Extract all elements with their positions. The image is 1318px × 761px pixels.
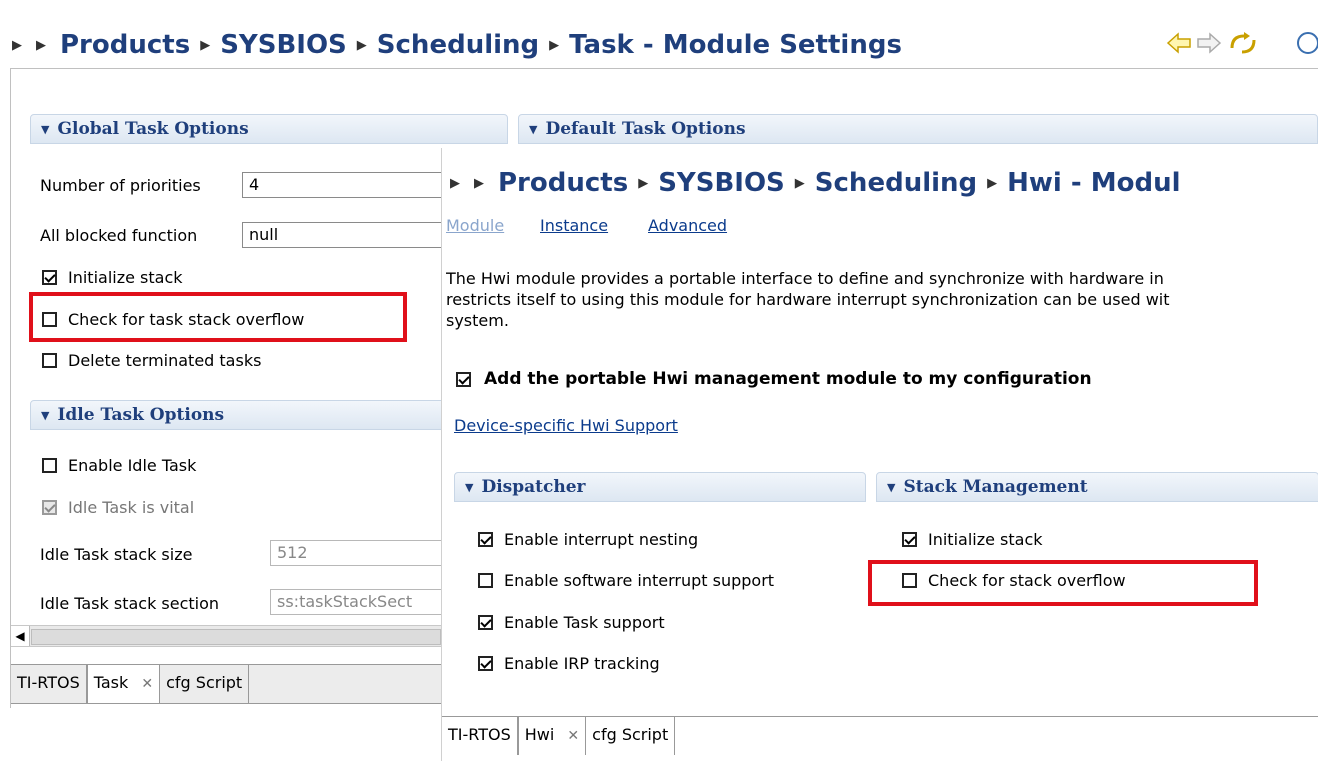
section-title: Dispatcher bbox=[481, 477, 586, 497]
device-specific-hwi-link[interactable]: Device-specific Hwi Support bbox=[454, 416, 678, 435]
highlight-box bbox=[868, 560, 1258, 606]
delete-terminated-checkbox[interactable] bbox=[42, 353, 57, 368]
all-blocked-field[interactable]: null bbox=[242, 222, 442, 248]
module-description: The Hwi module provides a portable inter… bbox=[446, 268, 1316, 331]
tab-label: Task bbox=[93, 673, 129, 692]
subnav-advanced[interactable]: Advanced bbox=[648, 216, 727, 235]
horizontal-scrollbar[interactable]: ◀ bbox=[11, 625, 441, 647]
breadcrumb-separator-icon: ▶ bbox=[987, 175, 998, 191]
expand-triangle-icon: ▼ bbox=[41, 408, 50, 422]
close-icon[interactable]: ✕ bbox=[141, 676, 153, 692]
section-title: Stack Management bbox=[903, 477, 1088, 497]
enable-idle-task-checkbox[interactable] bbox=[42, 458, 57, 473]
initialize-stack-checkbox[interactable] bbox=[42, 270, 57, 285]
breadcrumb-current-page: Task - Module Settings bbox=[569, 30, 902, 60]
breadcrumb-scheduling[interactable]: Scheduling bbox=[377, 30, 539, 60]
idle-stack-section-label: Idle Task stack section bbox=[40, 594, 220, 613]
breadcrumb-scheduling[interactable]: Scheduling bbox=[815, 168, 977, 198]
idle-stack-size-field: 512 bbox=[270, 540, 442, 566]
tab-ti-rtos[interactable]: TI-RTOS bbox=[11, 665, 87, 703]
collapse-arrow-icon[interactable]: ▶ bbox=[36, 38, 46, 53]
breadcrumb-sysbios[interactable]: SYSBIOS bbox=[658, 168, 785, 198]
breadcrumb-separator-icon: ▶ bbox=[200, 37, 211, 53]
delete-terminated-label: Delete terminated tasks bbox=[68, 351, 262, 370]
breadcrumb-separator-icon: ▶ bbox=[356, 37, 367, 53]
stack-management-header[interactable]: ▼ Stack Management bbox=[876, 472, 1318, 502]
enable-irp-tracking-label: Enable IRP tracking bbox=[504, 654, 660, 673]
enable-swi-support-checkbox[interactable] bbox=[478, 573, 493, 588]
global-task-options-header[interactable]: ▼ Global Task Options bbox=[30, 114, 508, 144]
breadcrumb-current-page: Hwi - Modul bbox=[1007, 168, 1181, 198]
initialize-stack-checkbox[interactable] bbox=[902, 532, 917, 547]
toolbar-divider bbox=[10, 68, 1318, 69]
tab-task[interactable]: Task ✕ bbox=[86, 665, 161, 703]
description-line: restricts itself to using this module fo… bbox=[446, 290, 1170, 309]
default-task-options-header[interactable]: ▼ Default Task Options bbox=[518, 114, 1318, 144]
subnav-module[interactable]: Module bbox=[446, 216, 504, 235]
help-icon[interactable] bbox=[1297, 32, 1318, 54]
description-line: The Hwi module provides a portable inter… bbox=[446, 269, 1164, 288]
scroll-left-arrow-icon[interactable]: ◀ bbox=[11, 626, 30, 646]
enable-task-support-checkbox[interactable] bbox=[478, 615, 493, 630]
idle-task-options-header[interactable]: ▼ Idle Task Options bbox=[30, 400, 450, 430]
idle-stack-section-field: ss:taskStackSect bbox=[270, 589, 442, 615]
expand-triangle-icon: ▼ bbox=[529, 122, 538, 136]
enable-swi-support-label: Enable software interrupt support bbox=[504, 571, 775, 590]
highlight-box bbox=[29, 292, 407, 342]
dispatcher-header[interactable]: ▼ Dispatcher bbox=[454, 472, 866, 502]
description-line: system. bbox=[446, 311, 509, 330]
num-priorities-label: Number of priorities bbox=[40, 176, 201, 195]
breadcrumb-products[interactable]: Products bbox=[60, 30, 190, 60]
breadcrumb-separator-icon: ▶ bbox=[794, 175, 805, 191]
scrollbar-thumb[interactable] bbox=[31, 629, 441, 645]
tab-hwi[interactable]: Hwi ✕ bbox=[517, 717, 587, 755]
hwi-breadcrumb: ▶ ▶ Products ▶ SYSBIOS ▶ Scheduling ▶ Hw… bbox=[450, 168, 1181, 198]
back-arrow-icon[interactable] bbox=[1166, 32, 1191, 54]
hwi-window: ▶ ▶ Products ▶ SYSBIOS ▶ Scheduling ▶ Hw… bbox=[441, 148, 1318, 761]
tab-cfg-script[interactable]: cfg Script bbox=[160, 665, 250, 703]
tab-label: Hwi bbox=[524, 725, 555, 744]
all-blocked-label: All blocked function bbox=[40, 226, 198, 245]
section-title: Idle Task Options bbox=[57, 405, 225, 425]
collapse-arrow-icon[interactable]: ▶ bbox=[12, 38, 22, 53]
expand-triangle-icon: ▼ bbox=[887, 480, 896, 494]
enable-interrupt-nesting-checkbox[interactable] bbox=[478, 532, 493, 547]
initialize-stack-label: Initialize stack bbox=[928, 530, 1043, 549]
enable-irp-tracking-checkbox[interactable] bbox=[478, 656, 493, 671]
tab-ti-rtos[interactable]: TI-RTOS bbox=[442, 717, 518, 755]
add-hwi-module-label: Add the portable Hwi management module t… bbox=[484, 369, 1092, 389]
tab-cfg-script[interactable]: cfg Script bbox=[586, 717, 676, 755]
breadcrumb-products[interactable]: Products bbox=[498, 168, 628, 198]
collapse-arrow-icon[interactable]: ▶ bbox=[474, 176, 484, 191]
expand-triangle-icon: ▼ bbox=[41, 122, 50, 136]
idle-task-vital-label: Idle Task is vital bbox=[68, 498, 195, 517]
idle-stack-size-label: Idle Task stack size bbox=[40, 545, 193, 564]
collapse-arrow-icon[interactable]: ▶ bbox=[450, 176, 460, 191]
window-bottom-border bbox=[11, 703, 441, 704]
idle-task-vital-checkbox bbox=[42, 500, 57, 515]
task-editor-tabs: TI-RTOS Task ✕ cfg Script bbox=[11, 665, 441, 703]
close-icon[interactable]: ✕ bbox=[567, 728, 579, 744]
refresh-icon[interactable] bbox=[1230, 32, 1256, 54]
subnav-instance[interactable]: Instance bbox=[540, 216, 608, 235]
breadcrumb-separator-icon: ▶ bbox=[549, 37, 560, 53]
enable-task-support-label: Enable Task support bbox=[504, 613, 665, 632]
num-priorities-field[interactable]: 4 bbox=[242, 172, 442, 198]
initialize-stack-label: Initialize stack bbox=[68, 268, 183, 287]
enable-interrupt-nesting-label: Enable interrupt nesting bbox=[504, 530, 699, 549]
window-border bbox=[10, 68, 11, 708]
section-title: Default Task Options bbox=[545, 119, 746, 139]
task-breadcrumb: ▶ ▶ Products ▶ SYSBIOS ▶ Scheduling ▶ Ta… bbox=[12, 30, 902, 60]
breadcrumb-separator-icon: ▶ bbox=[638, 175, 649, 191]
hwi-editor-tabs: TI-RTOS Hwi ✕ cfg Script bbox=[442, 717, 676, 755]
nav-icons bbox=[1166, 32, 1318, 54]
add-hwi-module-checkbox[interactable] bbox=[456, 372, 471, 387]
enable-idle-task-label: Enable Idle Task bbox=[68, 456, 197, 475]
section-title: Global Task Options bbox=[57, 119, 249, 139]
breadcrumb-sysbios[interactable]: SYSBIOS bbox=[220, 30, 347, 60]
expand-triangle-icon: ▼ bbox=[465, 480, 474, 494]
forward-arrow-icon[interactable] bbox=[1197, 32, 1222, 54]
